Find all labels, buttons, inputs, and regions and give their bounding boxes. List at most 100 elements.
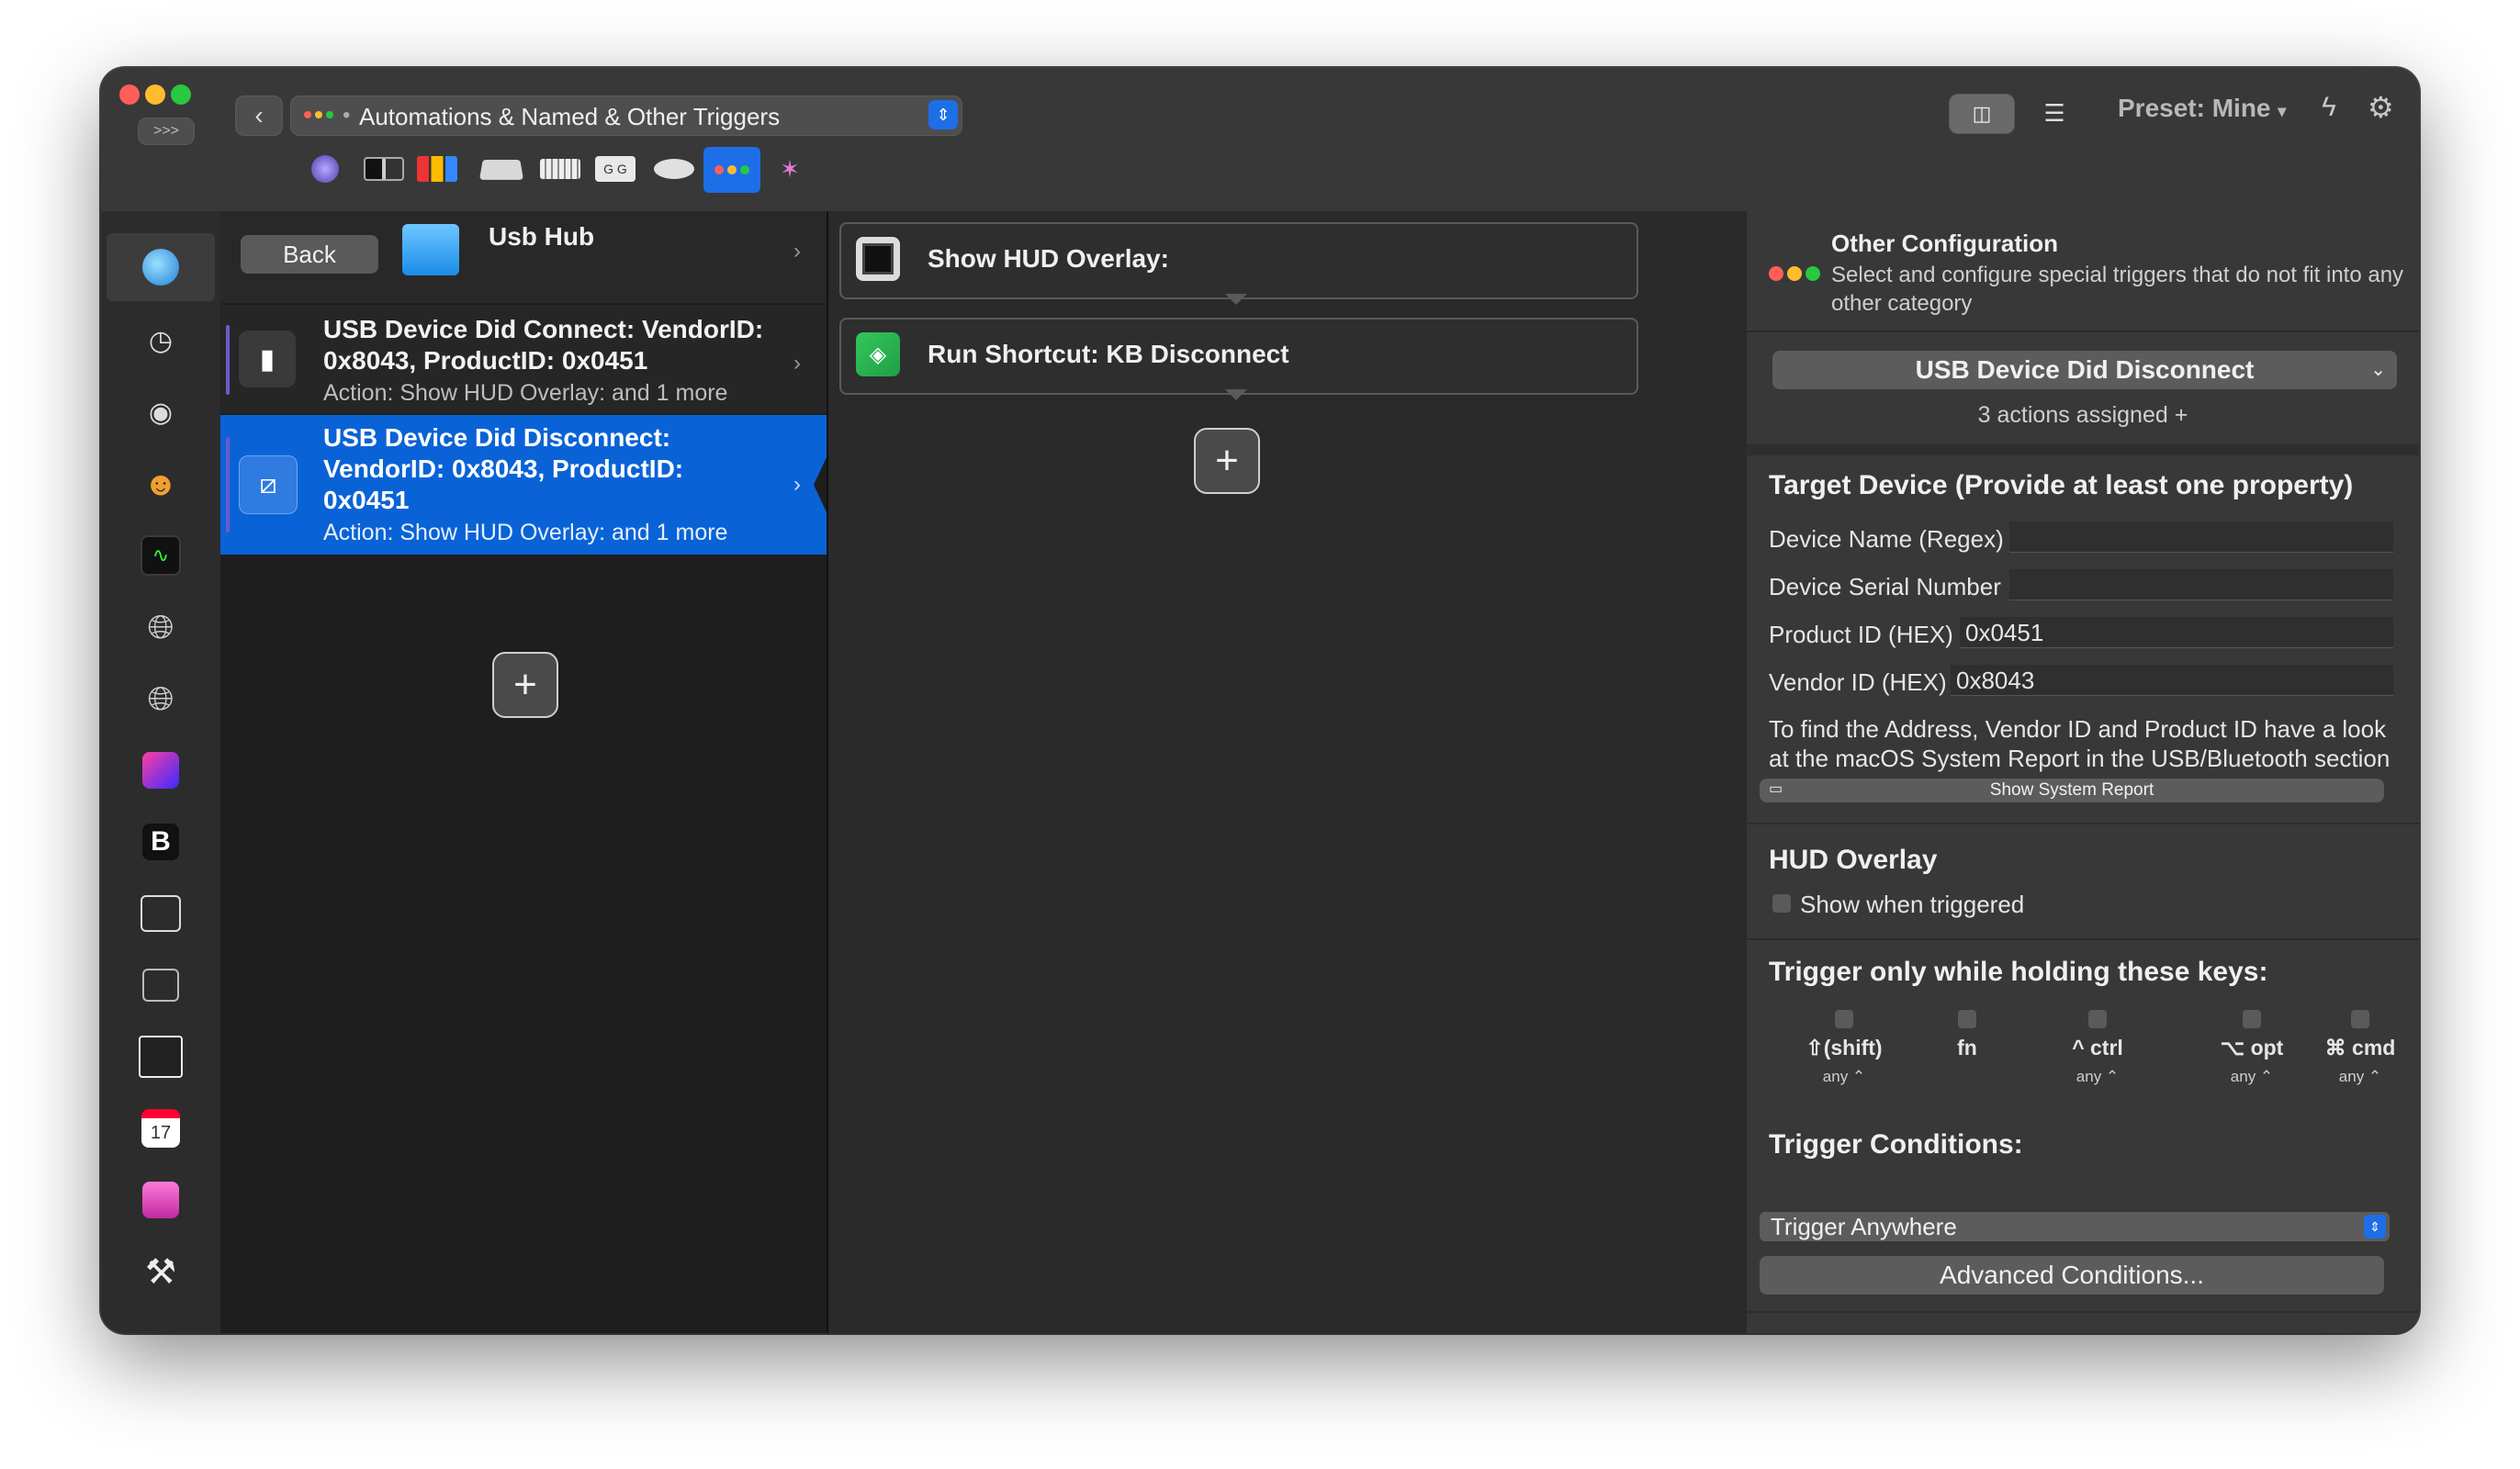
back-button[interactable]: Back bbox=[241, 235, 378, 274]
arc-icon[interactable] bbox=[134, 744, 187, 797]
group-title: Usb Hub bbox=[489, 222, 595, 251]
updown-chevron-icon: ⇕ bbox=[928, 100, 958, 129]
key-sequences-icon[interactable]: G G bbox=[595, 151, 636, 187]
activity-icon[interactable]: ∿ bbox=[134, 529, 187, 582]
show-when-triggered-checkbox[interactable] bbox=[1772, 894, 1791, 913]
expand-sidebar-button[interactable]: >>> bbox=[138, 118, 195, 145]
ctrl-label: ^ ctrl bbox=[2072, 1036, 2123, 1060]
calendar-icon[interactable]: 17 bbox=[134, 1102, 187, 1155]
actions-assigned-link[interactable]: 3 actions assigned + bbox=[1747, 402, 2419, 429]
list-view-icon[interactable]: ☰ bbox=[2022, 94, 2087, 132]
device-name-input[interactable] bbox=[2009, 521, 2393, 553]
preset-label: Preset: Mine bbox=[2118, 94, 2271, 122]
nav-back-button[interactable]: ‹ bbox=[235, 95, 283, 136]
chevron-right-icon: › bbox=[793, 351, 801, 376]
opt-checkbox[interactable] bbox=[2243, 1010, 2261, 1028]
automation-star-icon[interactable]: ✶ bbox=[770, 151, 810, 187]
ctrl-checkbox[interactable] bbox=[2088, 1010, 2107, 1028]
pink-app-icon[interactable] bbox=[134, 1173, 187, 1227]
breadcrumb-separator: • bbox=[343, 103, 351, 128]
cmd-state-select[interactable]: any ⌃ bbox=[2305, 1068, 2415, 1086]
app-window: >>> ‹ • Automations & Named & Other Trig… bbox=[101, 68, 2419, 1333]
advanced-conditions-button[interactable]: Advanced Conditions... bbox=[1760, 1256, 2384, 1295]
serial-number-label: Device Serial Number bbox=[1769, 573, 2001, 600]
safari-globe-icon[interactable]: 🌐︎ bbox=[134, 600, 187, 654]
action-label: Run Shortcut: KB Disconnect bbox=[928, 340, 1289, 368]
split-view-icon[interactable]: ◫ bbox=[1949, 94, 2015, 134]
shift-modifier: ⇧(shift) any ⌃ bbox=[1789, 1010, 1899, 1086]
chrome-globe-icon[interactable]: 🌐︎ bbox=[134, 672, 187, 725]
triggers-column: Back Usb Hub › ▮ USB Device Did Connect:… bbox=[220, 211, 828, 1333]
other-triggers-icon[interactable] bbox=[703, 147, 760, 193]
add-trigger-button[interactable]: + bbox=[492, 652, 558, 718]
touchbar-icon[interactable] bbox=[364, 151, 404, 187]
show-when-triggered-label: Show when triggered bbox=[1800, 891, 2025, 918]
web-window-icon[interactable] bbox=[134, 1030, 187, 1083]
action-row[interactable]: ◈ Run Shortcut: KB Disconnect bbox=[839, 318, 1638, 395]
bbedit-icon[interactable]: B bbox=[134, 815, 187, 869]
trigger-conditions-header: Trigger Conditions: bbox=[1769, 1129, 2023, 1160]
breadcrumb-title: Automations & Named & Other Triggers bbox=[359, 103, 781, 130]
chevron-right-icon: › bbox=[793, 239, 801, 264]
stream-deck-icon[interactable] bbox=[417, 151, 457, 187]
trigger-type-select[interactable]: • Automations & Named & Other Triggers ⇕ bbox=[290, 95, 962, 136]
tools-icon[interactable]: ⚒ bbox=[134, 1245, 187, 1298]
usb-plug-icon: ▮ bbox=[239, 331, 296, 387]
updown-chevron-icon: ⇕ bbox=[2364, 1215, 2386, 1239]
shift-state-select[interactable]: any ⌃ bbox=[1789, 1068, 1899, 1086]
folder-icon bbox=[402, 224, 459, 275]
cmd-modifier: ⌘ cmd any ⌃ bbox=[2305, 1010, 2415, 1086]
show-system-report-label: Show System Report bbox=[1989, 780, 2154, 800]
config-description: Select and configure special triggers th… bbox=[1831, 263, 2404, 316]
divider bbox=[1747, 823, 2419, 824]
report-icon: ▭ bbox=[1769, 781, 1783, 797]
chevron-down-icon: ▾ bbox=[2278, 102, 2287, 120]
chevron-right-icon: › bbox=[793, 472, 801, 497]
add-action-button[interactable]: + bbox=[1194, 428, 1260, 494]
action-label: Show HUD Overlay: bbox=[928, 244, 1169, 273]
chevron-left-icon: ‹ bbox=[254, 101, 264, 129]
ctrl-modifier: ^ ctrl any ⌃ bbox=[2042, 1010, 2153, 1086]
opt-state-select[interactable]: any ⌃ bbox=[2197, 1068, 2307, 1086]
shift-label: ⇧(shift) bbox=[1806, 1036, 1883, 1060]
globe-icon[interactable] bbox=[134, 241, 187, 294]
partial-app-icon[interactable] bbox=[134, 1304, 187, 1333]
fn-modifier: fn bbox=[1921, 1010, 2013, 1068]
title-bar: >>> ‹ • Automations & Named & Other Trig… bbox=[101, 68, 2419, 211]
fn-checkbox[interactable] bbox=[1958, 1010, 1976, 1028]
app-sidebar: ◷ ◉ ☻ ∿ 🌐︎ 🌐︎ B 17 ⚒ ⊕ 🗑︎ bbox=[101, 211, 221, 1333]
product-id-label: Product ID (HEX) bbox=[1769, 621, 1953, 648]
keyboard-icon[interactable] bbox=[540, 151, 580, 187]
lightning-icon[interactable]: ϟ bbox=[2322, 92, 2336, 123]
menubar-icon[interactable] bbox=[134, 887, 187, 940]
trigger-type-dropdown[interactable]: USB Device Did Disconnect ⌄ bbox=[1772, 351, 2397, 389]
trigger-condition-select[interactable]: Trigger Anywhere ⇕ bbox=[1760, 1212, 2390, 1241]
product-id-input[interactable]: 0x0451 bbox=[1960, 617, 2393, 648]
clock-icon[interactable]: ◷ bbox=[134, 314, 187, 367]
selection-notch bbox=[814, 457, 827, 512]
trigger-row-selected[interactable]: ⧄ USB Device Did Disconnect: VendorID: 0… bbox=[220, 415, 827, 555]
trigger-row[interactable]: ▮ USB Device Did Connect: VendorID: 0x80… bbox=[220, 305, 827, 413]
preset-selector[interactable]: Preset: Mine ▾ bbox=[2118, 94, 2286, 123]
cmd-checkbox[interactable] bbox=[2351, 1010, 2369, 1028]
trigger-color-bar bbox=[226, 325, 230, 395]
action-row[interactable]: Show HUD Overlay: bbox=[839, 222, 1638, 299]
record-icon[interactable]: ◉ bbox=[134, 386, 187, 439]
minimize-window-button[interactable] bbox=[145, 84, 165, 105]
shift-checkbox[interactable] bbox=[1835, 1010, 1853, 1028]
close-window-button[interactable] bbox=[119, 84, 140, 105]
mouse-icon[interactable] bbox=[654, 151, 694, 187]
brain-icon[interactable]: ☻ bbox=[134, 457, 187, 510]
show-system-report-button[interactable]: ▭ Show System Report bbox=[1760, 779, 2384, 802]
menubar-alt-icon[interactable] bbox=[134, 959, 187, 1012]
modifier-keys-header: Trigger only while holding these keys: bbox=[1769, 957, 2268, 987]
config-panel: ▭ Other Configuration Select and configu… bbox=[1747, 211, 2419, 1333]
trigger-subtitle: Action: Show HUD Overlay: and 1 more bbox=[323, 380, 728, 406]
zoom-window-button[interactable] bbox=[171, 84, 191, 105]
trackpad-icon[interactable] bbox=[478, 151, 524, 187]
ctrl-state-select[interactable]: any ⌃ bbox=[2042, 1068, 2153, 1086]
vendor-id-input[interactable]: 0x8043 bbox=[1951, 665, 2393, 696]
serial-number-input[interactable] bbox=[2009, 569, 2393, 600]
gear-icon[interactable]: ⚙ bbox=[2368, 90, 2394, 125]
siri-icon[interactable] bbox=[305, 151, 345, 187]
